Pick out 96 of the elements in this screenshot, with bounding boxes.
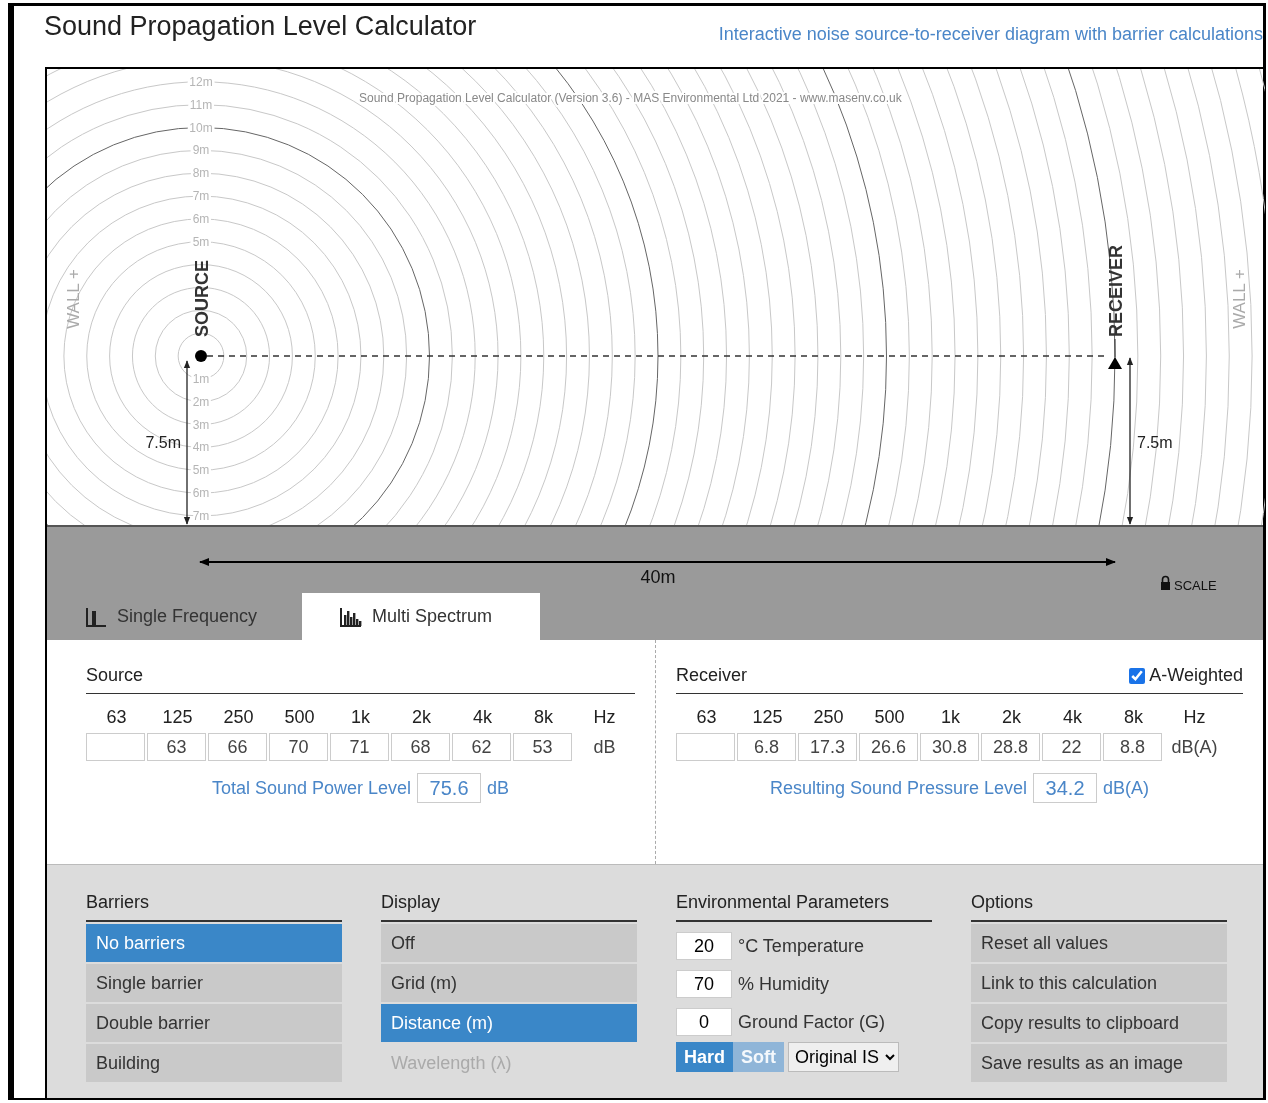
- level-field[interactable]: 6.8: [737, 733, 797, 761]
- a-weighted-checkbox[interactable]: [1129, 667, 1146, 684]
- option-button[interactable]: Link to this calculation: [971, 964, 1227, 1002]
- unit-label: dB(A): [1103, 776, 1150, 800]
- checkbox-label: A-Weighted: [1149, 664, 1243, 687]
- level-field[interactable]: [676, 733, 736, 761]
- parameter-field[interactable]: 70: [676, 970, 732, 998]
- lock-icon: [1161, 575, 1170, 590]
- band-label: 125: [161, 706, 194, 729]
- receiver-marker[interactable]: [1108, 338, 1122, 369]
- level-field[interactable]: 68: [391, 733, 450, 761]
- scale-label: 1m: [192, 371, 210, 386]
- band-label: 8k: [1123, 706, 1145, 729]
- scale-label: 5m: [192, 234, 210, 249]
- parameter-label: °C Temperature: [738, 934, 864, 958]
- level-field[interactable]: 71: [330, 733, 389, 761]
- scale-label: 5m: [192, 463, 210, 478]
- band-label: 4k: [1062, 706, 1084, 729]
- total-field[interactable]: 34.2: [1033, 773, 1098, 803]
- scale-label: 11m: [189, 97, 213, 112]
- scale-label: 8m: [192, 166, 210, 181]
- total-field[interactable]: 75.6: [417, 773, 482, 803]
- section-heading: Display: [381, 889, 637, 922]
- band-label: 63: [105, 706, 128, 729]
- unit-label: dB: [592, 736, 617, 759]
- tab[interactable]: Single Frequency: [47, 593, 302, 640]
- section-heading: Receiver: [676, 664, 748, 687]
- scale-label: 6m: [192, 486, 210, 501]
- method-dropdown[interactable]: Original IS: [788, 1042, 899, 1072]
- scale-label: 7m: [192, 508, 210, 523]
- level-field[interactable]: 62: [452, 733, 511, 761]
- band-label: 500: [283, 706, 316, 729]
- band-label: 500: [873, 706, 906, 729]
- option-button[interactable]: Save results as an image: [971, 1044, 1227, 1082]
- single-peak-icon: [85, 606, 107, 627]
- level-field[interactable]: 53: [513, 733, 572, 761]
- parameter-field[interactable]: 20: [676, 932, 732, 960]
- unit-label: dB(A): [1170, 736, 1219, 759]
- level-field[interactable]: 17.3: [798, 733, 858, 761]
- barrier-option[interactable]: No barriers: [86, 924, 342, 962]
- total-label: Resulting Sound Pressure Level: [769, 776, 1028, 800]
- barrier-option[interactable]: Single barrier: [86, 964, 342, 1002]
- page-subtitle: Interactive noise source-to-receiver diagram with barrier calculations: [718, 23, 1263, 46]
- display-option[interactable]: Off: [381, 924, 637, 962]
- level-field[interactable]: 63: [147, 733, 206, 761]
- unit-label: dB: [487, 776, 510, 800]
- band-label: 125: [751, 706, 784, 729]
- section-heading: Barriers: [86, 889, 342, 922]
- band-label: 250: [812, 706, 845, 729]
- band-label: 1k: [350, 706, 371, 729]
- scale-label: 12m: [189, 74, 213, 89]
- barrier-option[interactable]: Double barrier: [86, 1004, 342, 1042]
- band-label: 2k: [1001, 706, 1023, 729]
- height-label: 7.5m: [145, 434, 181, 451]
- display-option[interactable]: Distance (m): [381, 1004, 637, 1042]
- parameter-label: % Humidity: [738, 972, 830, 996]
- bar-chart-icon: [340, 606, 362, 627]
- level-field[interactable]: [86, 733, 145, 761]
- total-label: Total Sound Power Level: [211, 776, 412, 800]
- scale-label: 3m: [192, 417, 210, 432]
- page-title: Sound Propagation Level Calculator: [44, 10, 477, 43]
- scale-label: 6m: [192, 211, 210, 226]
- scale-label: 2m: [192, 394, 210, 409]
- level-field[interactable]: 66: [208, 733, 267, 761]
- receiver-label: RECEIVER: [1106, 244, 1126, 337]
- level-field[interactable]: 22: [1042, 733, 1102, 761]
- band-label: 2k: [411, 706, 432, 729]
- level-field[interactable]: 70: [269, 733, 328, 761]
- section-heading: Options: [971, 889, 1227, 922]
- source-label: SOURCE: [192, 260, 212, 337]
- unit-label: Hz: [1182, 706, 1207, 729]
- level-field[interactable]: 26.6: [859, 733, 919, 761]
- level-field[interactable]: 8.8: [1103, 733, 1163, 761]
- barrier-option[interactable]: Building: [86, 1044, 342, 1082]
- distance-label: 40m: [640, 567, 676, 587]
- band-label: 1k: [940, 706, 962, 729]
- scale-toggle[interactable]: SCALE: [1174, 578, 1217, 593]
- level-field[interactable]: 28.8: [981, 733, 1041, 761]
- unit-label: Hz: [592, 706, 617, 729]
- parameter-label: Ground Factor (G): [738, 1010, 886, 1034]
- band-label: 4k: [472, 706, 493, 729]
- band-label: 250: [222, 706, 255, 729]
- section-heading: Environmental Parameters: [676, 889, 932, 922]
- scale-label: 4m: [192, 440, 210, 455]
- option-button[interactable]: Reset all values: [971, 924, 1227, 962]
- source-dot[interactable]: [195, 350, 207, 362]
- display-option[interactable]: Grid (m): [381, 964, 637, 1002]
- band-label: 8k: [533, 706, 554, 729]
- parameter-field[interactable]: 0: [676, 1008, 732, 1036]
- band-label: 63: [695, 706, 718, 729]
- option-button[interactable]: Copy results to clipboard: [971, 1004, 1227, 1042]
- tab[interactable]: Multi Spectrum: [302, 593, 540, 640]
- level-field[interactable]: 30.8: [920, 733, 980, 761]
- ground-toggle[interactable]: Hard: [676, 1042, 733, 1072]
- height-label: 7.5m: [1137, 434, 1173, 451]
- section-heading: Source: [86, 664, 144, 687]
